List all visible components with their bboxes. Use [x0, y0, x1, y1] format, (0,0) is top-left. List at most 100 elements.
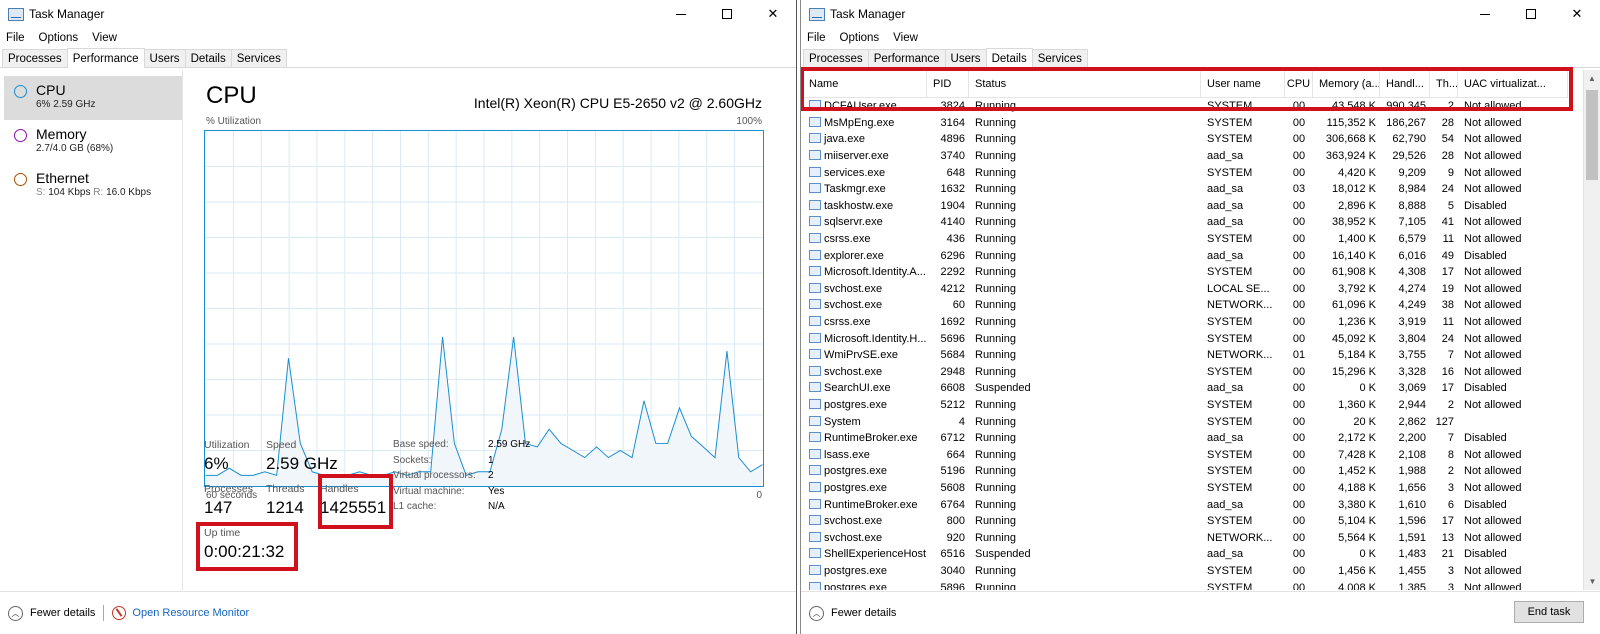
- tab-services[interactable]: Services: [230, 49, 287, 67]
- maximize-button[interactable]: [704, 0, 750, 28]
- menu-view[interactable]: View: [893, 32, 918, 44]
- scrollbar-thumb[interactable]: [1586, 90, 1598, 180]
- end-task-button[interactable]: End task: [1514, 601, 1584, 623]
- minimize-button[interactable]: [658, 0, 704, 28]
- table-row[interactable]: java.exe 4896 Running SYSTEM 00 306,668 K 62,7…: [803, 131, 1568, 148]
- column-header-memory[interactable]: Memory (a...: [1313, 70, 1380, 98]
- column-header-name[interactable]: Name: [803, 70, 927, 98]
- column-header-handles[interactable]: Handl...: [1380, 70, 1430, 98]
- table-row[interactable]: svchost.exe 60 Running NETWORK... 00 61,096 K…: [803, 297, 1568, 314]
- tab-processes[interactable]: Processes: [803, 49, 869, 67]
- cell-status: Suspended: [975, 548, 1031, 561]
- scroll-down-icon[interactable]: ▼: [1584, 573, 1600, 590]
- open-resource-monitor-link[interactable]: Open Resource Monitor: [132, 607, 249, 619]
- cell-threads: 49: [1441, 249, 1454, 262]
- column-header-status[interactable]: Status: [969, 70, 1201, 98]
- table-row[interactable]: RuntimeBroker.exe 6764 Running aad_sa 00 3,38…: [803, 496, 1568, 513]
- table-row[interactable]: csrss.exe 1692 Running SYSTEM 00 1,236 K 3,919…: [803, 314, 1568, 331]
- menu-options[interactable]: Options: [39, 32, 79, 44]
- menu-file[interactable]: File: [6, 32, 25, 44]
- table-row[interactable]: Taskmgr.exe 1632 Running aad_sa 03 18,012 K 8,…: [803, 181, 1568, 198]
- minimize-button[interactable]: [1462, 0, 1508, 28]
- menu-view[interactable]: View: [92, 32, 117, 44]
- cell-pid: 436: [946, 233, 965, 246]
- table-row[interactable]: postgres.exe 3040 Running SYSTEM 00 1,456 K 1,…: [803, 563, 1568, 580]
- column-header-cpu[interactable]: CPU: [1285, 70, 1313, 98]
- tab-processes[interactable]: Processes: [2, 49, 68, 67]
- table-row[interactable]: ShellExperienceHost.... 6516 Suspended aad_…: [803, 546, 1568, 563]
- tab-performance[interactable]: Performance: [867, 49, 946, 67]
- memory-indicator-icon: [14, 129, 27, 142]
- column-header-pid[interactable]: PID: [927, 70, 969, 98]
- cell-uac: Not allowed: [1464, 481, 1522, 494]
- table-row[interactable]: taskhostw.exe 1904 Running aad_sa 00 2,896 K 8…: [803, 198, 1568, 215]
- table-row[interactable]: SearchUI.exe 6608 Suspended aad_sa 00 0 K 3,06…: [803, 380, 1568, 397]
- cell-threads: 13: [1441, 531, 1454, 544]
- chevron-up-icon[interactable]: ︿: [809, 605, 824, 621]
- table-row[interactable]: Microsoft.Identity.A... 2292 Running SYSTEM…: [803, 264, 1568, 281]
- close-button[interactable]: ✕: [750, 0, 796, 28]
- cell-memory: 16,140 K: [1331, 249, 1376, 262]
- cell-memory: 2,896 K: [1338, 199, 1376, 212]
- column-header-uac-virtualization[interactable]: UAC virtualizat...: [1458, 70, 1568, 98]
- cell-user-name: SYSTEM: [1207, 398, 1253, 411]
- table-row[interactable]: MsMpEng.exe 3164 Running SYSTEM 00 115,352 K 1…: [803, 115, 1568, 132]
- table-row[interactable]: miiserver.exe 3740 Running aad_sa 00 363,924 …: [803, 148, 1568, 165]
- table-row[interactable]: svchost.exe 920 Running NETWORK... 00 5,564 K…: [803, 529, 1568, 546]
- stat-label: Handles: [320, 483, 359, 495]
- cell-pid: 800: [946, 515, 965, 528]
- cell-name: services.exe: [803, 166, 927, 179]
- cell-name: Microsoft.Identity.A...: [803, 266, 927, 278]
- tab-details[interactable]: Details: [985, 48, 1033, 68]
- table-row[interactable]: RuntimeBroker.exe 6712 Running aad_sa 00 2,17…: [803, 430, 1568, 447]
- cell-name: postgres.exe: [803, 581, 927, 590]
- cell-uac: Not allowed: [1464, 581, 1522, 590]
- table-row[interactable]: postgres.exe 5608 Running SYSTEM 00 4,188 K 1,…: [803, 480, 1568, 497]
- tab-users[interactable]: Users: [944, 49, 987, 67]
- table-row[interactable]: sqlservr.exe 4140 Running aad_sa 00 38,952 K 7…: [803, 214, 1568, 231]
- menu-options[interactable]: Options: [840, 32, 880, 44]
- table-row[interactable]: System 4 Running SYSTEM 00 20 K 2,862 127: [803, 413, 1568, 430]
- sidebar-item-memory[interactable]: Memory 2.7/4.0 GB (68%): [4, 120, 182, 164]
- cell-name: RuntimeBroker.exe: [803, 432, 927, 444]
- column-header-threads[interactable]: Th...: [1430, 70, 1458, 98]
- sidebar-item-ethernet[interactable]: Ethernet S: 104 Kbps R: 16.0 Kbps: [4, 164, 182, 208]
- menu-file[interactable]: File: [807, 32, 826, 44]
- stat-value: 6%: [204, 454, 229, 473]
- table-row[interactable]: svchost.exe 2948 Running SYSTEM 00 15,296 K 3,…: [803, 364, 1568, 381]
- tab-performance[interactable]: Performance: [66, 48, 145, 68]
- table-row[interactable]: explorer.exe 6296 Running aad_sa 00 16,140 K 6…: [803, 247, 1568, 264]
- tab-services[interactable]: Services: [1031, 49, 1088, 67]
- cell-pid: 6516: [940, 548, 965, 561]
- table-row[interactable]: postgres.exe 5212 Running SYSTEM 00 1,360 K 2,…: [803, 397, 1568, 414]
- table-row[interactable]: lsass.exe 664 Running SYSTEM 00 7,428 K 2,108 8…: [803, 446, 1568, 463]
- cell-status: Running: [975, 233, 1016, 246]
- stat-value: 0:00:21:32: [204, 542, 285, 561]
- table-row[interactable]: svchost.exe 800 Running SYSTEM 00 5,104 K 1,59…: [803, 513, 1568, 530]
- maximize-button[interactable]: [1508, 0, 1554, 28]
- vertical-scrollbar[interactable]: ▲ ▼: [1583, 70, 1600, 590]
- sidebar-item-label: Memory: [36, 126, 87, 142]
- close-button[interactable]: ✕: [1554, 0, 1600, 28]
- table-row[interactable]: postgres.exe 5196 Running SYSTEM 00 1,452 K 1,…: [803, 463, 1568, 480]
- table-row[interactable]: csrss.exe 436 Running SYSTEM 00 1,400 K 6,579 1…: [803, 231, 1568, 248]
- table-row[interactable]: svchost.exe 4212 Running LOCAL SE... 00 3,792…: [803, 281, 1568, 298]
- table-row[interactable]: services.exe 648 Running SYSTEM 00 4,420 K 9,2…: [803, 164, 1568, 181]
- cell-status: Running: [975, 133, 1016, 146]
- table-row[interactable]: Microsoft.Identity.H... 5696 Running SYSTEM…: [803, 330, 1568, 347]
- fewer-details-link[interactable]: Fewer details: [30, 607, 95, 619]
- scroll-up-icon[interactable]: ▲: [1584, 70, 1600, 87]
- chevron-up-icon[interactable]: ︿: [8, 605, 23, 621]
- table-row[interactable]: postgres.exe 5896 Running SYSTEM 00 4,008 K 1,…: [803, 579, 1568, 590]
- cell-uac: Disabled: [1464, 199, 1507, 212]
- fewer-details-link[interactable]: Fewer details: [831, 607, 896, 619]
- table-row[interactable]: DCFAUser.exe 3824 Running SYSTEM 00 43,548 K 9…: [803, 98, 1568, 115]
- sidebar-item-cpu[interactable]: CPU 6% 2.59 GHz: [4, 76, 182, 120]
- column-header-user-name[interactable]: User name: [1201, 70, 1285, 98]
- cell-user-name: SYSTEM: [1207, 316, 1253, 329]
- process-icon: [809, 398, 821, 409]
- tab-details[interactable]: Details: [184, 49, 232, 67]
- tab-users[interactable]: Users: [143, 49, 186, 67]
- table-row[interactable]: WmiPrvSE.exe 5684 Running NETWORK... 01 5,184…: [803, 347, 1568, 364]
- process-icon: [809, 233, 821, 244]
